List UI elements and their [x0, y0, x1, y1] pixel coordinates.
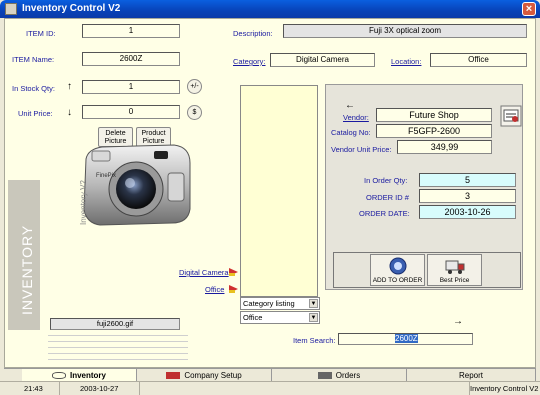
add-to-order-label: ADD TO ORDER [372, 277, 423, 284]
svg-text:Inventory V2: Inventory V2 [79, 180, 88, 225]
description-label: Description: [233, 29, 273, 38]
status-time: 21:43 [0, 382, 60, 395]
stock-qty-field[interactable]: 1 [82, 80, 180, 94]
tab-bar: Inventory Company Setup Orders Report [4, 368, 536, 382]
tab-orders-label: Orders [335, 371, 361, 380]
order-id-field[interactable]: 3 [419, 189, 516, 203]
item-name-field[interactable]: 2600Z [82, 52, 180, 66]
category-link[interactable]: Category: [233, 57, 266, 66]
unit-price-field[interactable]: 0 [82, 105, 180, 119]
best-price-button[interactable]: Best Price [427, 254, 482, 286]
divider-line [48, 335, 188, 336]
order-qty-label: In Order Qty: [364, 176, 408, 185]
location-list-link[interactable]: Office [205, 285, 224, 294]
divider-line [48, 353, 188, 354]
tab-report-label: Report [458, 371, 483, 380]
category-select[interactable]: Category listing ▼ [240, 297, 320, 310]
window-title: Inventory Control V2 [22, 3, 121, 14]
status-bar: 21:43 2003-10-27 Inventory Control V2 [0, 381, 540, 395]
price-button[interactable]: $ [187, 105, 202, 120]
location-link[interactable]: Location: [391, 57, 421, 66]
status-spacer [140, 382, 470, 395]
delivery-truck-icon [445, 260, 465, 274]
company-icon [166, 372, 181, 380]
chevron-down-icon[interactable]: ▼ [309, 299, 318, 308]
order-id-label: ORDER ID # [366, 193, 409, 202]
flag-icon [229, 285, 238, 293]
item-name-label: ITEM Name: [12, 55, 55, 64]
divider-line [48, 347, 188, 348]
description-field[interactable]: Fuji 3X optical zoom [283, 24, 527, 38]
orders-icon [317, 372, 332, 380]
vendor-price-label: Vendor Unit Price: [331, 145, 392, 154]
vendor-link[interactable]: Vendor: [343, 113, 369, 122]
catalog-field[interactable]: F5GFP-2600 [376, 124, 492, 138]
status-date: 2003-10-27 [60, 382, 140, 395]
tab-company-setup-label: Company Setup [184, 371, 242, 380]
stock-qty-label: In Stock Qty: [12, 84, 55, 93]
status-app-name: Inventory Control V2 [470, 384, 539, 393]
vendor-lookup-icon[interactable] [500, 105, 522, 127]
listing-panel[interactable] [240, 85, 318, 297]
vendor-price-field[interactable]: 349,99 [397, 140, 492, 154]
close-button[interactable]: × [522, 2, 536, 16]
sidebar-label: INVENTORY [19, 224, 35, 315]
arrow-left-icon: ← [345, 100, 355, 111]
divider-line [48, 359, 188, 360]
order-date-field[interactable]: 2003-10-26 [419, 205, 516, 219]
order-qty-field[interactable]: 5 [419, 173, 516, 187]
item-search-input[interactable]: 2600Z [338, 333, 473, 345]
chevron-down-icon[interactable]: ▼ [309, 313, 318, 322]
item-id-label: ITEM ID: [26, 29, 56, 38]
catalog-label: Catalog No: [331, 128, 371, 137]
order-date-label: ORDER DATE: [359, 209, 410, 218]
category-list-link[interactable]: Digital Camera [179, 268, 229, 277]
vendor-field[interactable]: Future Shop [376, 108, 492, 122]
adjust-qty-button[interactable]: +/- [187, 79, 202, 94]
arrow-down-icon: ↓ [67, 107, 72, 118]
item-search-value: 2600Z [395, 334, 418, 343]
product-image: FinePix Inventory V2 [79, 144, 191, 226]
scanner-icon [51, 372, 66, 380]
category-select-value: Category listing [243, 299, 295, 308]
unit-price-label: Unit Price: [18, 109, 53, 118]
arrow-right-icon: → [453, 316, 463, 327]
item-id-field[interactable]: 1 [82, 24, 180, 38]
category-field[interactable]: Digital Camera [270, 53, 375, 67]
item-search-label: Item Search: [293, 336, 336, 345]
tab-inventory-label: Inventory [69, 371, 106, 380]
location-select-value: Office [243, 313, 263, 322]
app-icon [5, 3, 17, 15]
picture-filename-field: fuji2600.gif [50, 318, 180, 330]
arrow-up-icon: ↑ [67, 81, 72, 92]
location-field[interactable]: Office [430, 53, 527, 67]
best-price-label: Best Price [439, 277, 470, 284]
divider-line [48, 341, 188, 342]
svg-text:FinePix: FinePix [96, 173, 116, 179]
phone-icon [389, 257, 407, 275]
flag-icon [229, 268, 238, 276]
add-to-order-button[interactable]: ADD TO ORDER [370, 254, 425, 286]
location-select[interactable]: Office ▼ [240, 311, 320, 324]
title-bar: Inventory Control V2 × [0, 0, 540, 18]
